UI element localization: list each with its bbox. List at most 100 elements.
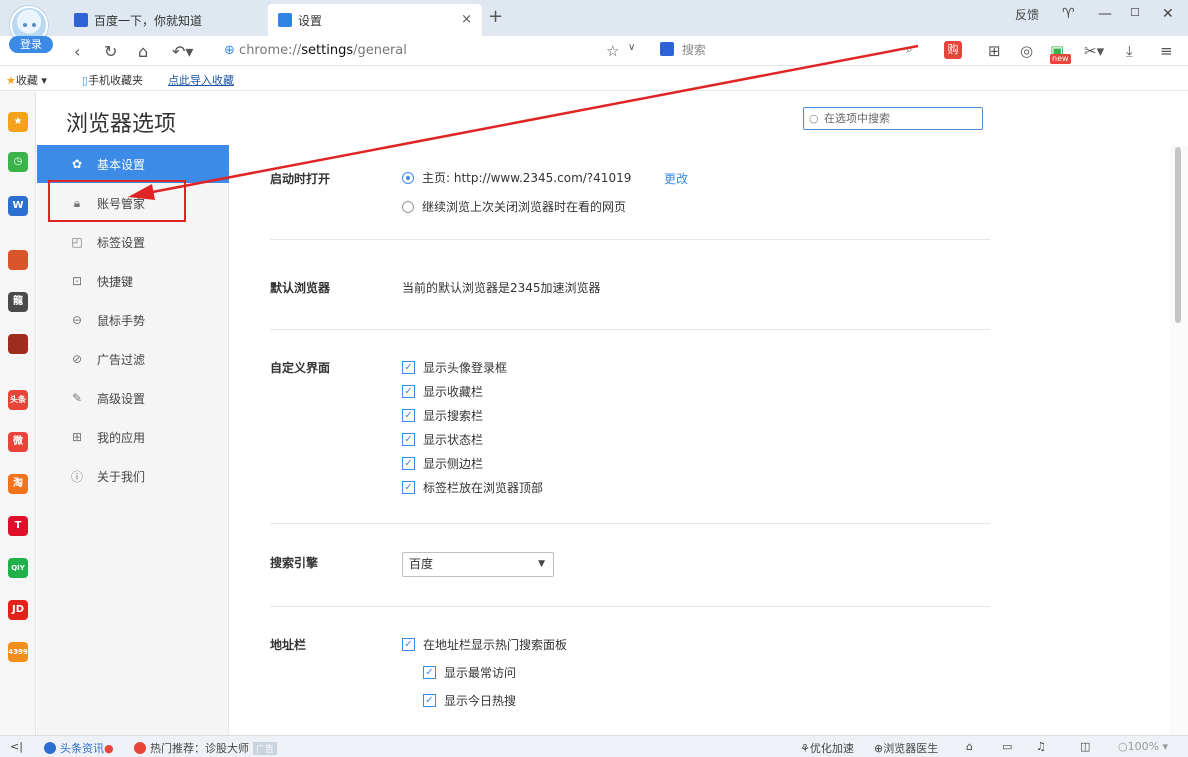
nav-ad-filter[interactable]: ⊘ 广告过滤 xyxy=(37,340,229,378)
speedup-button[interactable]: ⚘优化加速 xyxy=(800,740,854,756)
search-engine-select[interactable]: 百度 ▼ xyxy=(402,552,554,577)
hot-recommend-link[interactable]: 热门推荐：诊股大师 广告 xyxy=(134,740,278,756)
shopping-icon[interactable]: 购 xyxy=(944,41,962,59)
app-iqiyi[interactable]: QIY xyxy=(8,558,28,578)
startup-homepage-radio[interactable]: 主页: http://www.2345.com/?41019 xyxy=(402,169,631,186)
circle-icon[interactable]: ◎ xyxy=(1020,42,1033,60)
show-searchbar-checkbox[interactable]: ✓ 显示搜索栏 xyxy=(402,407,483,424)
nav-shortcuts[interactable]: ⊡ 快捷键 xyxy=(37,262,229,300)
login-button[interactable]: 登录 xyxy=(9,36,53,53)
status-bar: <| 头条资讯● 热门推荐：诊股大师 广告 ⚘优化加速 ⊕浏览器医生 ⌂ ▭ ♫ … xyxy=(0,735,1188,757)
show-avatar-checkbox[interactable]: ✓ 显示头像登录框 xyxy=(402,359,507,376)
scrollbar-thumb[interactable] xyxy=(1175,147,1181,323)
app-history[interactable]: ◷ xyxy=(8,152,28,172)
hot-label: 热门推荐：诊股大师 xyxy=(150,742,249,755)
zoom-icon: ○ xyxy=(1118,740,1128,753)
show-bookmarks-checkbox[interactable]: ✓ 显示收藏栏 xyxy=(402,383,483,400)
checkbox-checked: ✓ xyxy=(402,361,415,374)
url-field[interactable]: ⊕ chrome://settings/general xyxy=(224,43,407,58)
checkbox-checked: ✓ xyxy=(402,457,415,470)
undo-close-icon[interactable]: ↶▾ xyxy=(172,42,193,61)
checkbox-label: 显示头像登录框 xyxy=(423,361,508,375)
checkbox-label: 标签栏放在浏览器顶部 xyxy=(423,481,544,495)
close-tab-icon[interactable]: × xyxy=(461,12,472,27)
mobile-bookmarks[interactable]: ▯手机收藏夹 xyxy=(82,72,143,88)
home-icon[interactable]: ⌂ xyxy=(138,42,148,61)
hot-search-panel-checkbox[interactable]: ✓ 在地址栏显示热门搜索面板 xyxy=(402,636,567,653)
favorites-menu[interactable]: ★收藏 ▾ xyxy=(6,72,47,88)
nav-tab-settings[interactable]: ◰ 标签设置 xyxy=(37,223,229,261)
tab-baidu[interactable]: 百度一下，你就知道 xyxy=(64,4,262,36)
sound-icon[interactable]: ♫ xyxy=(1036,740,1046,753)
gear-icon: ✿ xyxy=(71,157,83,171)
annotation-highlight-box xyxy=(48,180,186,222)
show-statusbar-checkbox[interactable]: ✓ 显示状态栏 xyxy=(402,431,483,448)
import-bookmarks-link[interactable]: 点此导入收藏 xyxy=(168,72,234,88)
tabs-on-top-checkbox[interactable]: ✓ 标签栏放在浏览器顶部 xyxy=(402,479,543,496)
zoom-control[interactable]: ○100% ▾ xyxy=(1118,740,1168,753)
nav-advanced[interactable]: ✎ 高级设置 xyxy=(37,379,229,417)
app-weibo[interactable]: 微 xyxy=(8,432,28,452)
app-game-2[interactable] xyxy=(8,334,28,354)
nav-my-apps[interactable]: ⊞ 我的应用 xyxy=(37,418,229,456)
checkbox-label: 显示搜索栏 xyxy=(423,409,484,423)
close-window-icon[interactable]: ✕ xyxy=(1162,6,1174,22)
settings-nav: ✿ 基本设置 🔒︎ 账号管家 ◰ 标签设置 ⊡ 快捷键 ⊖ 鼠标手势 ⊘ 广告过滤 ✎ 高级设… xyxy=(37,145,229,735)
menu-icon[interactable]: ≡ xyxy=(1160,42,1173,60)
checkbox-label: 显示状态栏 xyxy=(423,433,484,447)
tab-bar: 百度一下，你就知道 设置 × + 反馈 ♈ — ☐ ✕ xyxy=(0,0,1188,44)
hot-icon xyxy=(134,742,146,754)
video-icon[interactable]: ▭ xyxy=(1002,740,1012,753)
collapse-sidebar-icon[interactable]: <| xyxy=(10,740,23,753)
app-taobao[interactable]: 淘 xyxy=(8,474,28,494)
news-link[interactable]: 头条资讯● xyxy=(44,740,114,756)
options-search-placeholder: 在选项中搜索 xyxy=(824,112,890,125)
chevron-down-icon[interactable]: ∨ xyxy=(628,42,635,53)
app-jd[interactable]: JD xyxy=(8,600,28,620)
app-4399[interactable]: 4399 xyxy=(8,642,28,662)
vertical-scrollbar[interactable] xyxy=(1170,145,1188,735)
app-tmall[interactable]: T xyxy=(8,516,28,536)
screenshot-icon[interactable]: ✂▾ xyxy=(1084,42,1104,60)
change-homepage-link[interactable]: 更改 xyxy=(664,170,688,187)
minimize-icon[interactable]: — xyxy=(1098,6,1112,22)
maximize-icon[interactable]: ☐ xyxy=(1130,6,1140,19)
checkbox-checked: ✓ xyxy=(423,666,436,679)
skin-icon[interactable]: ♈ xyxy=(1062,6,1075,22)
star-icon[interactable]: ☆ xyxy=(606,42,619,60)
reload-icon[interactable]: ↻ xyxy=(104,42,117,61)
window-icon[interactable]: ◫ xyxy=(1080,740,1090,753)
checkbox-checked: ✓ xyxy=(402,638,415,651)
back-icon[interactable]: ‹ xyxy=(74,42,80,61)
tab-label: 设置 xyxy=(298,13,323,28)
app-favorites[interactable]: ★ xyxy=(8,112,28,132)
app-game-long[interactable]: 龍 xyxy=(8,292,28,312)
checkbox-checked: ✓ xyxy=(402,409,415,422)
today-hot-checkbox[interactable]: ✓ 显示今日热搜 xyxy=(423,692,516,709)
most-visited-checkbox[interactable]: ✓ 显示最常访问 xyxy=(423,664,516,681)
mouse-icon: ⊖ xyxy=(71,313,83,327)
search-icon[interactable]: ⌕ xyxy=(906,42,913,57)
network-icon[interactable]: ⌂ xyxy=(966,740,973,753)
search-input[interactable]: 搜索 xyxy=(660,41,922,61)
startup-continue-radio[interactable]: 继续浏览上次关闭浏览器时在看的网页 xyxy=(402,198,626,215)
browser-doctor-button[interactable]: ⊕浏览器医生 xyxy=(874,740,938,756)
doctor-label: 浏览器医生 xyxy=(883,742,939,755)
app-toutiao[interactable]: 头条 xyxy=(8,390,28,410)
nav-basic-settings[interactable]: ✿ 基本设置 xyxy=(37,145,229,183)
nav-label: 鼠标手势 xyxy=(97,313,146,328)
tab-settings[interactable]: 设置 × xyxy=(268,4,482,36)
app-word[interactable]: W xyxy=(8,196,28,216)
nav-mouse-gestures[interactable]: ⊖ 鼠标手势 xyxy=(37,301,229,339)
app-game-1[interactable] xyxy=(8,250,28,270)
show-sidebar-checkbox[interactable]: ✓ 显示侧边栏 xyxy=(402,455,483,472)
nav-about[interactable]: ⓘ 关于我们 xyxy=(37,457,229,495)
options-search-input[interactable]: ○ 在选项中搜索 xyxy=(803,107,983,130)
apps-grid-icon[interactable]: ⊞ xyxy=(988,42,1001,60)
feedback-link[interactable]: 反馈 xyxy=(1015,6,1039,23)
new-tab-icon[interactable]: + xyxy=(488,6,503,27)
url-path: /general xyxy=(353,43,407,58)
avatar-eye xyxy=(32,23,36,27)
apps-icon: ⊞ xyxy=(71,430,83,444)
download-icon[interactable]: ⤓ xyxy=(1126,42,1133,60)
